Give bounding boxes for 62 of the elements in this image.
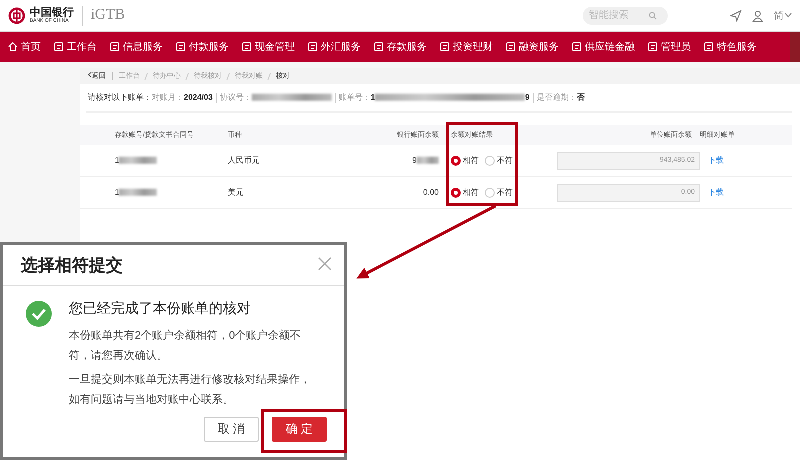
nav-item[interactable]: 存款服务 (374, 40, 427, 54)
field-label: 是否逾期： (536, 92, 577, 103)
radio-option[interactable]: 相符 (451, 155, 479, 166)
language-menu[interactable]: 简 (774, 8, 792, 22)
document-icon (506, 42, 516, 52)
home-icon (8, 42, 18, 52)
document-icon (110, 42, 120, 52)
table-cell: 0.00 (423, 188, 439, 197)
document-icon (54, 42, 64, 52)
nav-item[interactable]: 供应链金融 (572, 40, 635, 54)
product-logo: iGTB (91, 7, 126, 24)
send-icon[interactable] (730, 10, 742, 22)
document-icon (704, 42, 714, 52)
bank-name: 中国银行 (30, 7, 74, 18)
caret-icon (785, 13, 792, 18)
field-label: 协议号： (220, 92, 252, 103)
document-icon (176, 42, 186, 52)
field-value: 2024/03 (184, 93, 213, 102)
document-icon (440, 42, 450, 52)
table-cell: 1 (115, 156, 120, 165)
info-label: 请核对以下账单： (88, 92, 152, 103)
dialog-message: 一旦提交则本账单无法再进行修改核对结果操作，如有问题请与当地对账中心联系。 (69, 372, 312, 408)
nav-item[interactable]: 融资服务 (506, 40, 559, 54)
document-icon (374, 42, 384, 52)
field-value: 否 (576, 92, 585, 103)
radio-option[interactable]: 不符 (485, 155, 513, 166)
download-link[interactable]: 下载 (708, 187, 724, 198)
nav-item[interactable]: 工作台 (54, 40, 97, 54)
user-icon[interactable] (752, 10, 764, 22)
field-label: 账单号： (338, 92, 371, 103)
nav-item[interactable]: 特色服务 (704, 40, 757, 54)
document-icon (648, 42, 658, 52)
dialog-heading: 您已经完成了本份账单的核对 (69, 300, 252, 318)
radio-option[interactable]: 相符 (451, 187, 479, 198)
bank-logo-icon (8, 6, 26, 24)
chevron-left-icon (88, 72, 92, 78)
nav-item[interactable]: 现金管理 (242, 40, 295, 54)
success-icon (25, 300, 53, 328)
nav-item[interactable]: 外汇服务 (308, 40, 361, 54)
table-cell-text: 人民币元 (228, 155, 261, 166)
table-cell-text: 美元 (228, 187, 245, 198)
dialog-message: 本份账单共有2个账户余额相符，0个账户余额不符，请您再次确认。 (69, 328, 302, 364)
nav-item[interactable]: 投资理财 (440, 40, 493, 54)
nav-item[interactable]: 管理员 (648, 40, 691, 54)
radio-option[interactable]: 不符 (485, 187, 513, 198)
nav-item[interactable]: 付款服务 (176, 40, 229, 54)
download-link[interactable]: 下载 (708, 155, 724, 166)
field-value: 9 (525, 93, 530, 102)
nav-item[interactable]: 首页 (8, 40, 41, 54)
cancel-button[interactable]: 取 消 (204, 417, 259, 442)
field-value: 1 (370, 93, 376, 102)
search-icon (649, 12, 657, 20)
document-icon (572, 42, 582, 52)
document-icon (308, 42, 318, 52)
nav-item[interactable]: 信息服务 (110, 40, 163, 54)
table-cell: 1 (115, 188, 120, 197)
document-icon (242, 42, 252, 52)
nav-end-panel (790, 32, 800, 62)
field-label: 对账月： (152, 92, 184, 103)
dialog-title: 选择相符提交 (3, 245, 344, 286)
confirm-button[interactable]: 确 定 (272, 417, 327, 442)
table-cell: 9 (412, 156, 417, 165)
